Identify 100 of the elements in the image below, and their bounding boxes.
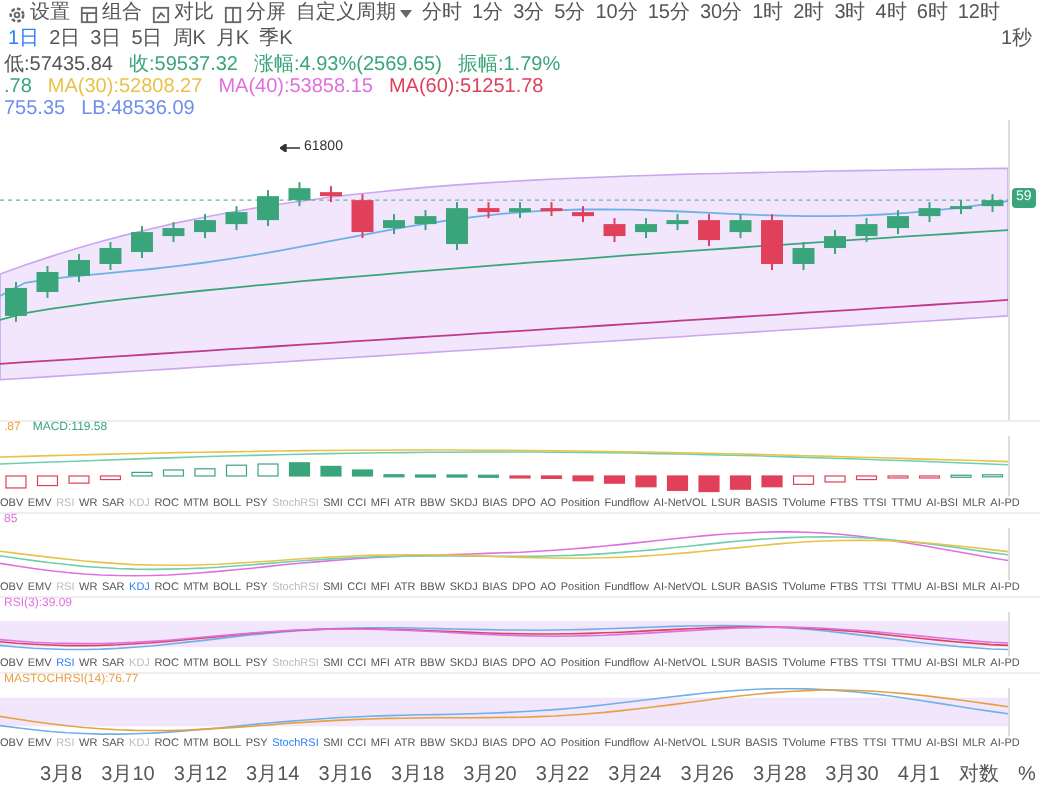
candle (572, 205, 594, 224)
candle (351, 193, 374, 240)
toolbar-button[interactable]: 组合 (80, 2, 142, 26)
layout-icon (80, 5, 98, 23)
histogram-bar (855, 475, 878, 481)
period-tab[interactable]: 3日 (90, 28, 122, 52)
histogram-bar (99, 475, 122, 481)
candle (5, 281, 27, 323)
histogram-bar (162, 469, 185, 477)
date-label: 3月28 (752, 764, 807, 788)
candle (414, 209, 437, 232)
candle (698, 213, 720, 248)
settings-icon (8, 5, 26, 23)
date-label: 3月8 (40, 764, 83, 788)
histogram-bar (824, 475, 846, 483)
histogram-bar (5, 475, 27, 489)
candle (257, 189, 279, 228)
date-label: 3月30 (825, 764, 879, 788)
histogram-bar (257, 463, 279, 477)
histogram-bar (68, 475, 90, 484)
date-label: 3月24 (608, 764, 662, 788)
period-tab[interactable]: 12时 (957, 2, 1000, 26)
candle (635, 217, 657, 240)
candle (68, 253, 90, 283)
candle (99, 241, 122, 271)
date-label: 3月20 (463, 764, 517, 788)
candle (446, 201, 468, 252)
toolbar-button[interactable]: 设置 (8, 2, 70, 26)
histogram-bar (131, 471, 153, 477)
period-tab[interactable]: 月K (215, 28, 250, 52)
histogram-bar (666, 475, 689, 491)
date-label: 3月12 (173, 764, 228, 788)
period-tab[interactable]: 分时 (422, 2, 462, 26)
candle (36, 265, 59, 299)
period-button[interactable]: 1秒 (1000, 28, 1032, 52)
indicator-value: 涨幅:4.93%(2569.65) (254, 54, 442, 76)
period-tab[interactable]: 6时 (916, 2, 948, 26)
period-tab[interactable]: 10分 (595, 2, 638, 26)
period-tab[interactable]: 5日 (131, 28, 163, 52)
indicator-value: MA(60):51251.78 (388, 76, 544, 98)
log-scale-toggle[interactable]: 对数 (959, 764, 1000, 788)
candle (824, 229, 846, 256)
candle (887, 209, 909, 236)
candle (603, 217, 626, 244)
candle (383, 213, 405, 236)
indicator-value: MA(30):52808.27 (47, 76, 203, 98)
period-tab[interactable]: 5分 (554, 2, 586, 26)
histogram-bar (603, 475, 626, 484)
histogram-bar (729, 475, 752, 490)
indicator-value: LB:48536.09 (81, 98, 195, 120)
period-tab[interactable]: 15分 (647, 2, 690, 26)
histogram-bar (288, 462, 311, 477)
histogram-bar (225, 464, 248, 477)
histogram-bar (194, 468, 216, 477)
histogram-bar (698, 475, 720, 493)
date-label: 3月14 (246, 764, 300, 788)
percent-toggle[interactable]: % (1018, 764, 1036, 788)
period-tab[interactable]: 2日 (49, 28, 81, 52)
indicator-value: .78 (4, 76, 32, 98)
period-tab[interactable]: 1分 (472, 2, 504, 26)
candle (666, 213, 689, 232)
candle (288, 181, 311, 208)
date-label: 4月1 (897, 764, 940, 788)
period-tab[interactable]: 1日 (8, 28, 40, 52)
date-label: 3月18 (390, 764, 445, 788)
histogram-bar (320, 465, 342, 477)
candle (162, 221, 185, 244)
period-tab[interactable]: 30分 (699, 2, 743, 26)
candle (792, 241, 815, 271)
period-tab[interactable]: 2时 (793, 2, 825, 26)
histogram-bar (572, 475, 594, 482)
indicator-value: 低:57435.84 (4, 54, 113, 76)
histogram-bar (635, 475, 657, 488)
custom-period-dropdown[interactable]: 自定义周期 (296, 2, 412, 26)
histogram-bar (792, 475, 815, 485)
toolbar-button[interactable]: 对比 (152, 2, 214, 26)
indicator-value: MA(40):53858.15 (218, 76, 373, 98)
histogram-bar (351, 469, 374, 477)
candle (761, 213, 783, 271)
period-tab[interactable]: 1时 (752, 2, 784, 26)
indicator-value: 收:59537.32 (129, 54, 238, 76)
histogram-bar (761, 475, 783, 488)
candle (194, 213, 216, 240)
candle (225, 205, 248, 232)
candle (320, 185, 342, 204)
candle (540, 201, 563, 218)
period-tab[interactable]: 3时 (834, 2, 866, 26)
period-tab[interactable]: 周K (172, 28, 206, 52)
indicator-value: 振幅:1.79% (457, 54, 561, 76)
candle (950, 199, 972, 216)
period-tab[interactable]: 4时 (875, 2, 907, 26)
period-tab[interactable]: 季K (259, 28, 293, 52)
split-screen-icon (224, 5, 242, 23)
candle (477, 201, 500, 220)
candle (918, 201, 941, 224)
date-label: 3月26 (680, 764, 734, 788)
period-tab[interactable]: 3分 (513, 2, 545, 26)
toolbar-button[interactable]: 分屏 (224, 2, 286, 26)
candle (855, 217, 878, 244)
candle (131, 225, 153, 259)
